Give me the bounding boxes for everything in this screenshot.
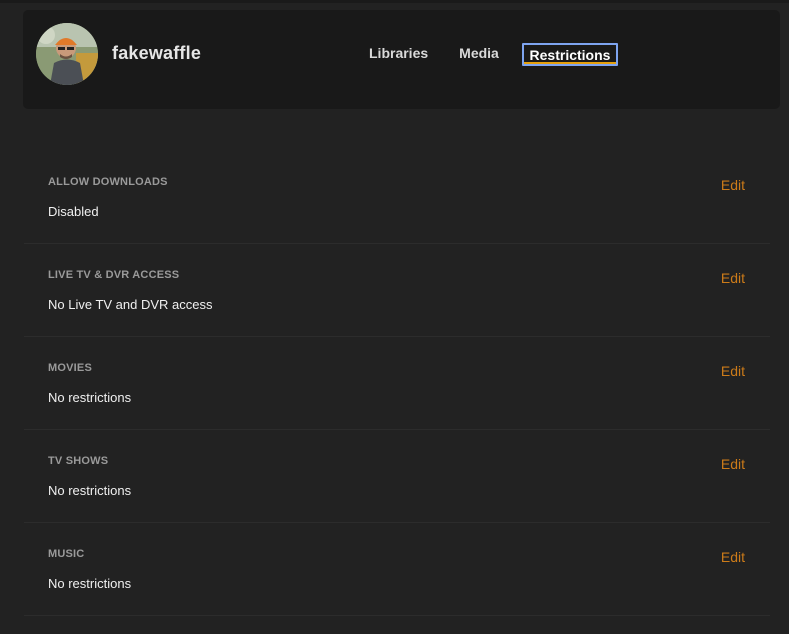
restriction-row-live-tv-dvr: LIVE TV & DVR ACCESS No Live TV and DVR …: [24, 244, 770, 337]
restriction-label: MOVIES: [48, 362, 92, 374]
user-settings-tabs: Libraries Media Restrictions: [23, 43, 780, 67]
edit-movies-link[interactable]: Edit: [721, 363, 745, 379]
edit-tv-shows-link[interactable]: Edit: [721, 456, 745, 472]
restriction-value: No Live TV and DVR access: [48, 297, 213, 312]
tab-restrictions-label: Restrictions: [529, 47, 611, 63]
restriction-row-tv-shows: TV SHOWS No restrictions Edit: [24, 430, 770, 523]
restriction-value: No restrictions: [48, 483, 132, 498]
restrictions-list: ALLOW DOWNLOADS Disabled Edit LIVE TV & …: [24, 151, 770, 616]
restriction-value: No restrictions: [48, 390, 132, 405]
user-header: fakewaffle Libraries Media Restrictions: [23, 10, 780, 109]
tab-libraries[interactable]: Libraries: [369, 43, 428, 66]
edit-allow-downloads-link[interactable]: Edit: [721, 177, 745, 193]
restriction-value: Disabled: [48, 204, 99, 219]
tab-restrictions[interactable]: Restrictions: [522, 43, 618, 66]
tab-media[interactable]: Media: [459, 43, 499, 66]
top-edge-bar: [0, 0, 789, 3]
edit-music-link[interactable]: Edit: [721, 549, 745, 565]
restriction-row-movies: MOVIES No restrictions Edit: [24, 337, 770, 430]
restriction-row-allow-downloads: ALLOW DOWNLOADS Disabled Edit: [24, 151, 770, 244]
active-tab-indicator: [524, 62, 616, 64]
restriction-label: LIVE TV & DVR ACCESS: [48, 269, 180, 281]
restriction-value: No restrictions: [48, 576, 132, 591]
restriction-label: TV SHOWS: [48, 455, 109, 467]
edit-live-tv-dvr-link[interactable]: Edit: [721, 270, 745, 286]
restriction-label: ALLOW DOWNLOADS: [48, 176, 168, 188]
restriction-label: MUSIC: [48, 548, 85, 560]
restriction-row-music: MUSIC No restrictions Edit: [24, 523, 770, 616]
